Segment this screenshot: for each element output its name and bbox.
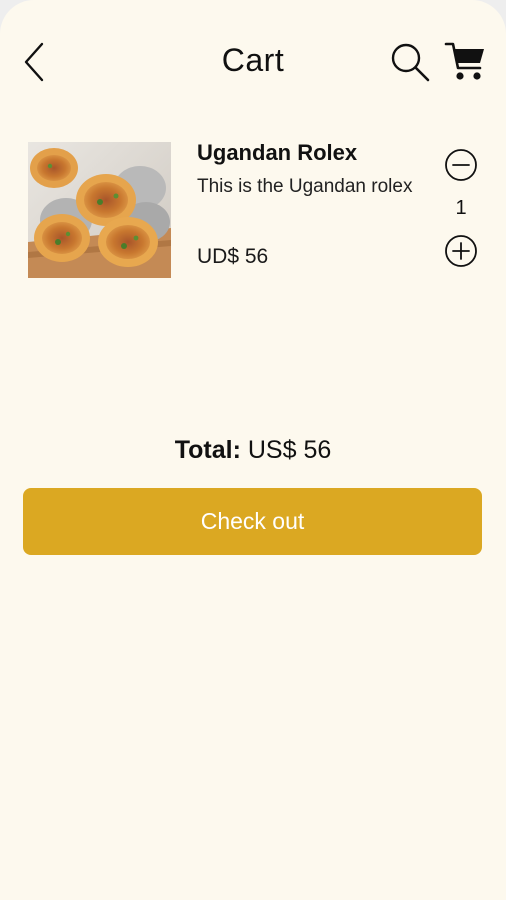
quantity-value: 1	[455, 197, 467, 219]
search-button[interactable]	[388, 40, 432, 84]
cart-button[interactable]	[444, 40, 488, 84]
minus-circle-icon	[445, 149, 477, 181]
checkout-button[interactable]: Check out	[23, 488, 482, 555]
item-description: This is the Ugandan rolex	[197, 176, 413, 197]
total-label: Total:	[174, 436, 241, 464]
search-icon	[391, 43, 430, 82]
increase-quantity-button[interactable]	[444, 234, 478, 268]
total-row: Total: US$ 56	[0, 436, 506, 465]
cart-screen: Cart Ugandan Rolex This is the Ugandan r…	[0, 0, 506, 900]
rolex-food-image	[28, 142, 171, 278]
total-value: US$ 56	[247, 436, 332, 464]
item-price: UD$ 56	[197, 245, 269, 268]
item-image	[28, 142, 171, 278]
plus-circle-icon	[445, 235, 477, 267]
header: Cart	[0, 0, 506, 128]
cart-item: Ugandan Rolex This is the Ugandan rolex …	[28, 140, 488, 280]
shopping-cart-icon	[444, 42, 484, 80]
decrease-quantity-button[interactable]	[444, 148, 478, 182]
item-name: Ugandan Rolex	[197, 140, 358, 165]
